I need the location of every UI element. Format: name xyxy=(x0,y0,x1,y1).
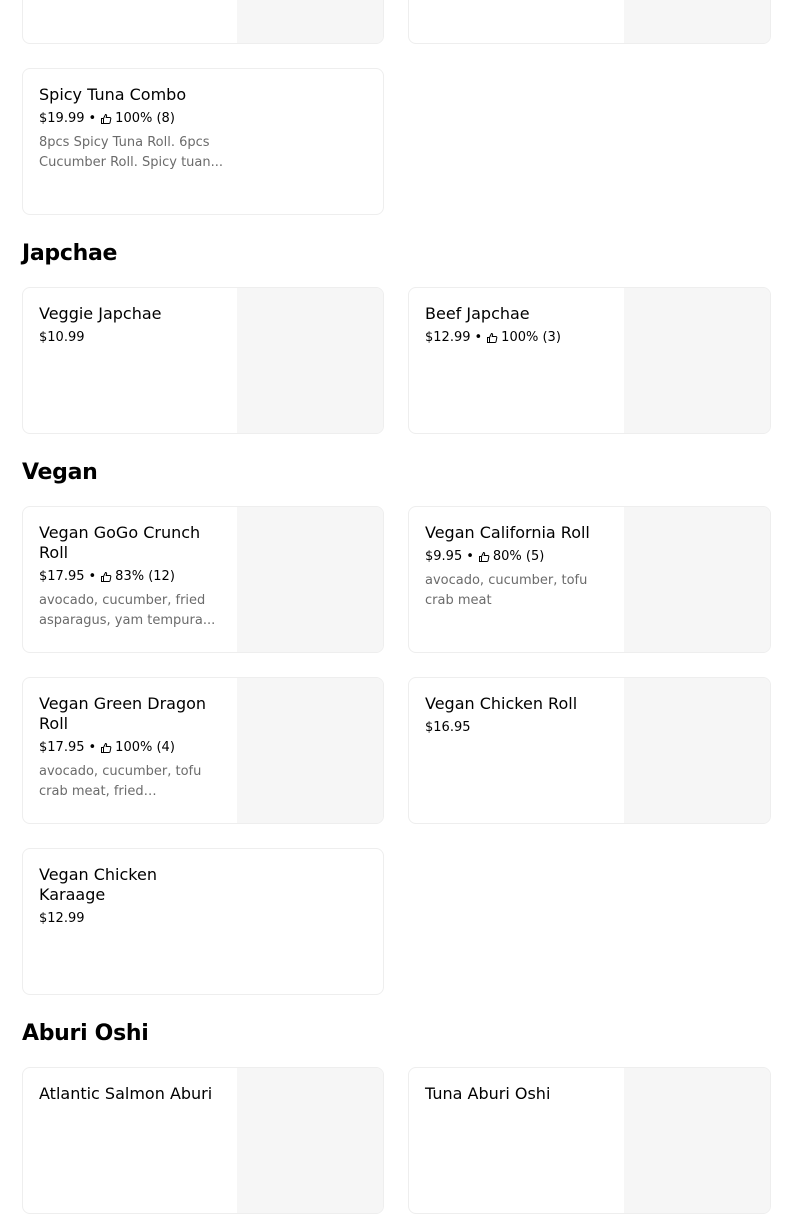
thumbs-up-icon xyxy=(101,742,112,753)
separator: • xyxy=(88,569,97,584)
item-image xyxy=(237,678,383,823)
thumbs-up-icon xyxy=(487,332,498,343)
item-name: Vegan Chicken Roll xyxy=(425,694,578,713)
item-name: Tuna Aburi Oshi xyxy=(425,1084,551,1103)
item-description: avocado, cucumber, fried asparagus, yam … xyxy=(39,593,216,628)
item-rating: 83% (12) xyxy=(115,569,175,584)
item-price: $17.95 xyxy=(39,740,85,755)
item-rating: 100% (3) xyxy=(501,330,561,345)
item-image xyxy=(624,0,770,43)
item-image xyxy=(237,507,383,652)
section-title: Japchae xyxy=(22,241,118,266)
thumbs-up-icon xyxy=(101,113,112,124)
item-meta: $12.99 xyxy=(39,910,223,928)
menu-item-card[interactable]: Beef Japchae $12.99 • 100% (3) xyxy=(408,287,771,434)
thumbs-up-icon xyxy=(101,571,112,582)
item-image xyxy=(624,288,770,433)
item-description: 8pcs Spicy Tuna Roll. 6pcs Cucumber Roll… xyxy=(39,135,223,170)
separator: • xyxy=(474,330,483,345)
item-name: Veggie Japchae xyxy=(39,304,162,323)
thumbs-up-icon xyxy=(478,551,490,562)
item-price: $12.99 xyxy=(39,911,85,926)
item-rating: 80% (5) xyxy=(492,549,545,564)
menu-item-card[interactable]: Tuna Aburi Oshi xyxy=(408,1067,771,1214)
item-name: Vegan California Roll xyxy=(425,523,590,542)
menu-item-card[interactable]: Vegan California Roll $9.95 • 80% (5) av… xyxy=(408,506,771,653)
item-image xyxy=(237,288,383,433)
menu-item-card[interactable] xyxy=(22,0,384,44)
menu-item-card[interactable]: Vegan GoGo Crunch Roll $17.95 • 83% (12)… xyxy=(22,506,384,653)
separator: • xyxy=(466,549,474,564)
item-price: $16.95 xyxy=(425,720,471,735)
separator: • xyxy=(88,111,97,126)
item-price: $10.99 xyxy=(39,330,85,345)
item-description: avocado, cucumber, tofu crab meat, fried… xyxy=(39,764,202,799)
menu-item-card[interactable] xyxy=(408,0,771,44)
item-name: Vegan Green Dragon Roll xyxy=(39,694,207,733)
menu-item-card[interactable]: Vegan Green Dragon Roll $17.95 • 100% (4… xyxy=(22,677,384,824)
menu-item-card[interactable]: Spicy Tuna Combo $19.99 • 100% (8) 8pcs … xyxy=(22,68,384,215)
item-rating: 100% (8) xyxy=(115,111,175,126)
item-meta: $12.99 • 100% (3) xyxy=(425,329,609,347)
item-rating: 100% (4) xyxy=(115,740,175,755)
item-image xyxy=(237,1068,383,1213)
menu-item-card[interactable]: Vegan Chicken Karaage $12.99 xyxy=(22,848,384,995)
item-meta: $10.99 xyxy=(39,329,223,347)
menu-item-card[interactable]: Veggie Japchae $10.99 xyxy=(22,287,384,434)
item-meta: $17.95 • 83% (12) xyxy=(39,568,223,586)
item-price: $19.99 xyxy=(39,111,85,126)
item-meta: $19.99 • 100% (8) xyxy=(39,110,223,128)
menu-item-card[interactable]: Atlantic Salmon Aburi xyxy=(22,1067,384,1214)
separator: • xyxy=(88,740,97,755)
item-image xyxy=(624,1068,770,1213)
section-title: Vegan xyxy=(22,460,98,485)
item-price: $12.99 xyxy=(425,330,471,345)
item-meta: $17.95 • 100% (4) xyxy=(39,739,223,757)
item-image xyxy=(624,507,770,652)
item-meta: $16.95 xyxy=(425,719,609,737)
item-meta: $9.95 • 80% (5) xyxy=(425,548,609,566)
item-name: Beef Japchae xyxy=(425,304,530,323)
item-image xyxy=(624,678,770,823)
item-name: Vegan GoGo Crunch Roll xyxy=(39,523,201,562)
item-name: Spicy Tuna Combo xyxy=(39,85,187,104)
item-image xyxy=(237,0,383,43)
item-price: $17.95 xyxy=(39,569,85,584)
item-name: Vegan Chicken Karaage xyxy=(39,865,157,904)
item-price: $9.95 xyxy=(425,549,463,564)
item-description: avocado, cucumber, tofu crab meat xyxy=(425,573,588,608)
menu-item-card[interactable]: Vegan Chicken Roll $16.95 xyxy=(408,677,771,824)
item-name: Atlantic Salmon Aburi xyxy=(39,1084,213,1103)
section-title: Aburi Oshi xyxy=(22,1021,149,1046)
